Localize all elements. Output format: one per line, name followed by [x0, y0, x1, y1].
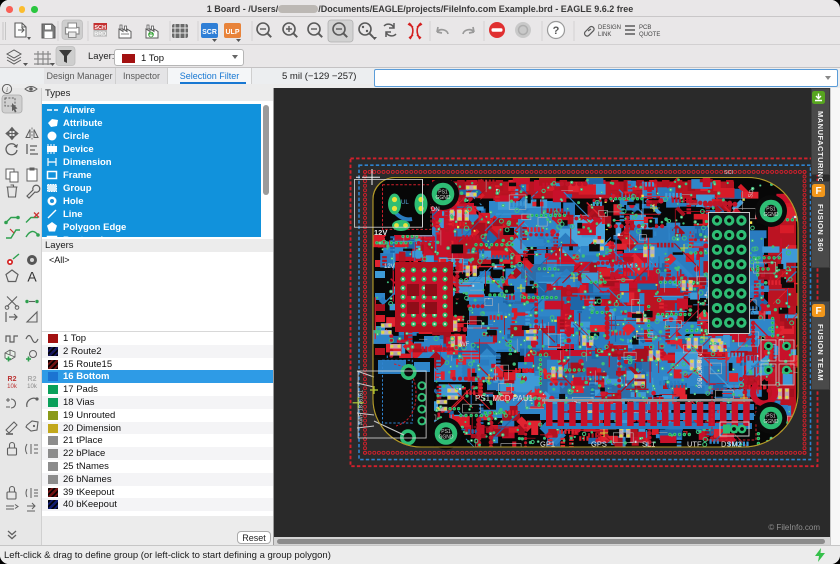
svg-text:UTF: UTF — [687, 440, 702, 449]
svg-text:BRD: BRD — [94, 32, 106, 38]
svg-text:F: F — [815, 186, 821, 197]
svg-text:© FileInfo.com: © FileInfo.com — [768, 523, 820, 532]
svg-text:F: F — [815, 306, 821, 317]
svg-text:10k: 10k — [7, 384, 18, 390]
svg-text:GPS: GPS — [591, 440, 607, 449]
svg-text:AWP 1876161: AWP 1876161 — [359, 390, 365, 425]
svg-text:SL1: SL1 — [642, 440, 655, 449]
svg-text:10k: 10k — [27, 384, 38, 390]
svg-text:DSM2: DSM2 — [721, 440, 742, 449]
svg-text:ULP: ULP — [226, 29, 240, 36]
svg-text:DN: DN — [431, 207, 440, 213]
svg-text:SCI: SCI — [724, 170, 734, 176]
svg-text:QUOTE: QUOTE — [639, 32, 660, 38]
svg-text:SCR: SCR — [202, 29, 217, 36]
svg-text:UL: UL — [401, 200, 409, 206]
svg-text:GGND: GGND — [764, 212, 779, 218]
svg-text:WF: WF — [460, 342, 470, 348]
svg-text:12V: 12V — [374, 228, 387, 237]
svg-text:?: ? — [553, 25, 560, 37]
svg-text:LINK: LINK — [598, 32, 611, 38]
svg-text:DESIGN: DESIGN — [598, 25, 621, 31]
svg-text:PCB: PCB — [639, 25, 651, 31]
svg-text:R2: R2 — [28, 376, 37, 383]
svg-text:90BuOK BIN: 90BuOK BIN — [698, 354, 704, 388]
svg-text:12V: 12V — [384, 264, 395, 270]
svg-text:i: i — [6, 85, 8, 94]
svg-text:R2: R2 — [8, 376, 17, 383]
svg-text:GGND: GGND — [764, 419, 779, 425]
svg-text:PS1 MCD PAU1: PS1 MCD PAU1 — [475, 394, 534, 403]
svg-text:SCH: SCH — [94, 25, 106, 31]
svg-text:GP1: GP1 — [540, 440, 555, 449]
svg-text:GGND: GGND — [436, 195, 451, 201]
svg-text:A: A — [27, 269, 37, 285]
svg-text:GGND: GGND — [439, 435, 454, 441]
